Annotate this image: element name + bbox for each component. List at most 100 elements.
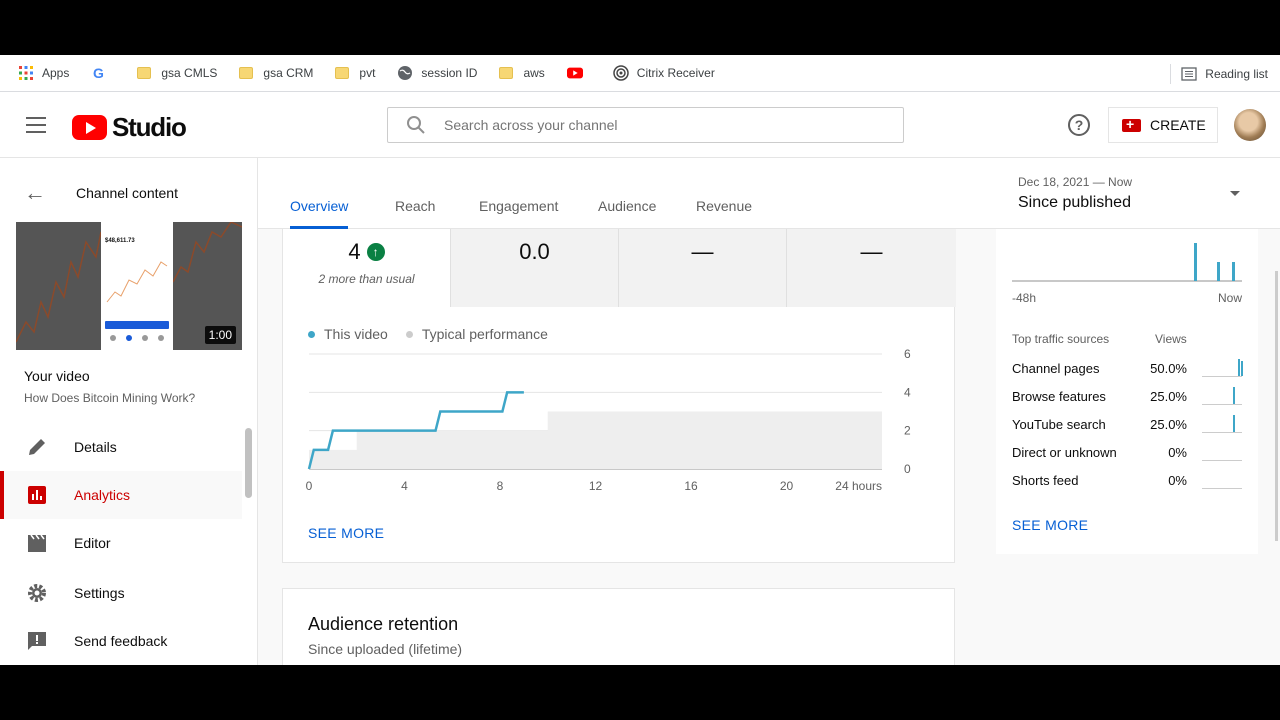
bookmark-session-id[interactable]: session ID [393, 59, 481, 87]
bookmark-label: gsa CMLS [161, 66, 218, 80]
menu-icon[interactable] [26, 117, 46, 133]
spark-bar [1238, 359, 1240, 376]
traffic-row[interactable]: Browse features 25.0% [1012, 387, 1247, 407]
bookmark-aws[interactable]: aws [495, 59, 548, 87]
tab-audience[interactable]: Audience [598, 198, 656, 229]
metric-revenue[interactable]: — [787, 229, 956, 307]
sidebar-item-label: Settings [74, 585, 125, 601]
metric-value: 0.0 [519, 239, 550, 264]
arrow-up-icon: ↑ [366, 243, 385, 261]
your-video-heading: Your video [24, 368, 90, 384]
reading-list-icon [1181, 66, 1197, 81]
search-icon [407, 116, 425, 134]
bookmark-youtube[interactable] [563, 59, 595, 87]
source-pct: 0% [1168, 473, 1187, 488]
bookmark-gsa-crm[interactable]: gsa CRM [235, 59, 317, 87]
see-more-link[interactable]: SEE MORE [308, 525, 384, 541]
metric-views[interactable]: 4 ↑ 2 more than usual [283, 229, 451, 307]
sidebar-item-label: Analytics [74, 487, 131, 503]
tab-revenue[interactable]: Revenue [696, 198, 752, 229]
bookmark-google[interactable]: G [87, 59, 119, 87]
svg-text:$48,611.73: $48,611.73 [105, 238, 135, 244]
sidebar-scrollbar[interactable] [245, 428, 252, 498]
search-input[interactable] [444, 117, 864, 133]
sidebar-item-details[interactable]: Details [0, 423, 242, 471]
apps-grid-icon [19, 66, 33, 80]
globe-icon [398, 66, 413, 80]
youtube-logo-icon [72, 115, 107, 140]
bookmark-gsa-cmls[interactable]: gsa CMLS [133, 59, 221, 87]
sidebar-item-settings[interactable]: Settings [0, 569, 242, 617]
metric-note: 2 more than usual [318, 272, 415, 286]
chevron-down-icon[interactable] [1230, 191, 1240, 196]
create-button[interactable]: CREATE [1108, 107, 1218, 143]
source-pct: 50.0% [1150, 361, 1187, 376]
main-scrollbar[interactable] [1275, 271, 1278, 541]
video-thumbnail[interactable]: $48,611.73 1:00 [16, 222, 242, 350]
pencil-icon [29, 439, 45, 455]
tab-reach[interactable]: Reach [395, 198, 435, 229]
reading-list-label: Reading list [1205, 66, 1268, 81]
bookmarks-bar: Apps G gsa CMLS gsa CRM pvt session ID a… [0, 55, 1280, 92]
reading-list[interactable]: Reading list [1170, 55, 1268, 92]
folder-icon [499, 67, 514, 79]
bookmark-apps[interactable]: Apps [14, 59, 73, 87]
back-label: Channel content [76, 185, 178, 201]
tab-overview[interactable]: Overview [290, 198, 349, 229]
analytics-tabs: Overview Reach Engagement Audience Reven… [258, 158, 1280, 229]
studio-logo[interactable]: Studio [72, 112, 187, 143]
date-range-picker[interactable]: Dec 18, 2021 — Now Since published [1018, 175, 1132, 212]
bookmark-label: gsa CRM [263, 66, 314, 80]
traffic-row[interactable]: Shorts feed 0% [1012, 471, 1247, 491]
video-title[interactable]: How Does Bitcoin Mining Work? [24, 391, 195, 405]
folder-icon [239, 67, 254, 79]
spark-bar [1241, 361, 1243, 376]
source-name: Shorts feed [1012, 473, 1079, 488]
tab-engagement[interactable]: Engagement [479, 198, 558, 229]
realtime-card: -48h Now Top traffic sources Views Chann… [996, 229, 1258, 554]
gear-icon [28, 584, 46, 602]
traffic-row[interactable]: Direct or unknown 0% [1012, 443, 1247, 463]
studio-header: Studio ? CREATE [0, 92, 1280, 158]
source-pct: 0% [1168, 445, 1187, 460]
source-name: Browse features [1012, 389, 1106, 404]
source-name: Channel pages [1012, 361, 1100, 376]
source-pct: 25.0% [1150, 389, 1187, 404]
realtime-see-more-link[interactable]: SEE MORE [1012, 517, 1088, 533]
metric-subscribers[interactable]: — [619, 229, 787, 307]
back-to-channel-content[interactable]: ← Channel content [24, 180, 178, 206]
search-box[interactable] [387, 107, 904, 143]
traffic-row[interactable]: Channel pages 50.0% [1012, 359, 1247, 379]
y-tick-label: 0 [904, 462, 911, 476]
chart-legend: This video Typical performance [308, 326, 548, 342]
source-name: YouTube search [1012, 417, 1106, 432]
x-tick-label: 4 [401, 479, 408, 493]
traffic-row[interactable]: YouTube search 25.0% [1012, 415, 1247, 435]
x-tick-label: 16 [684, 479, 698, 493]
metric-value: — [860, 239, 883, 264]
realtime-right-label: Now [1218, 291, 1243, 305]
sidebar-item-label: Editor [74, 535, 111, 551]
svg-text:G: G [93, 65, 104, 81]
metric-watch-time[interactable]: 0.0 [451, 229, 619, 307]
source-pct: 25.0% [1150, 417, 1187, 432]
feedback-icon [28, 632, 46, 650]
x-tick-label: 12 [589, 479, 603, 493]
sidebar-item-editor[interactable]: Editor [0, 519, 242, 567]
audience-retention-card: Audience retention Since uploaded (lifet… [282, 588, 955, 665]
sidebar-item-analytics[interactable]: Analytics [0, 471, 242, 519]
phone-screen: $48,611.73 [101, 222, 173, 350]
help-icon[interactable]: ? [1068, 114, 1090, 136]
sparkline [1202, 404, 1242, 405]
spark-bar [1233, 415, 1235, 432]
date-range: Dec 18, 2021 — Now [1018, 175, 1133, 189]
back-arrow-icon: ← [24, 180, 46, 205]
main-content: Overview Reach Engagement Audience Reven… [258, 158, 1280, 665]
x-tick-label: 8 [497, 479, 504, 493]
bookmark-label: aws [523, 66, 545, 80]
bookmark-pvt[interactable]: pvt [331, 59, 379, 87]
realtime-left-label: -48h [1012, 291, 1037, 305]
avatar[interactable] [1234, 109, 1266, 141]
sidebar-item-send-feedback[interactable]: Send feedback [0, 617, 242, 665]
bookmark-citrix[interactable]: Citrix Receiver [609, 59, 719, 87]
